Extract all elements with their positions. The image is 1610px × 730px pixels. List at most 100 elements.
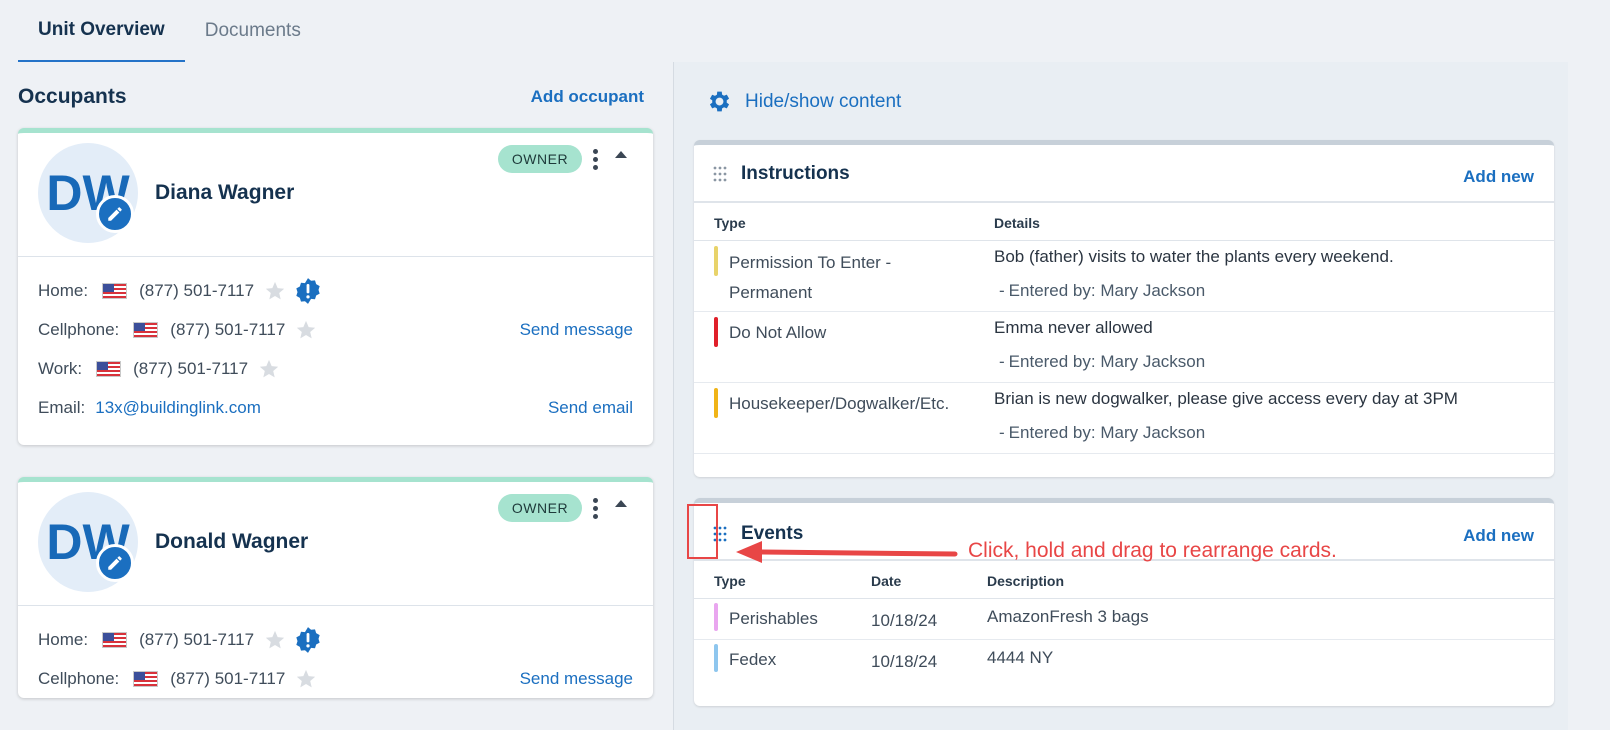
tab-documents[interactable]: Documents (185, 0, 321, 62)
instruction-type: Housekeeper/Dogwalker/Etc. (729, 394, 950, 413)
owner-badge: OWNER (498, 494, 582, 522)
contact-list: Home: (877) 501-7117 Cellphone: (877) 50… (18, 606, 653, 698)
home-phone-row: Home: (877) 501-7117 (38, 620, 633, 659)
instructions-card: Instructions Add new Type Details Permis… (694, 140, 1554, 477)
instruction-details: Bob (father) visits to water the plants … (994, 247, 1394, 266)
event-type: Perishables (729, 609, 818, 628)
event-description: AmazonFresh 3 bags (987, 607, 1149, 626)
us-flag-icon (102, 631, 128, 648)
unit-content-panel: Hide/show content Instructions Add new T… (673, 62, 1568, 730)
type-color-bar (714, 603, 718, 631)
event-type: Fedex (729, 650, 777, 669)
work-phone-row: Work: (877) 501-7117 (38, 349, 633, 388)
edit-avatar-button[interactable] (96, 195, 134, 233)
occupant-name: Donald Wagner (155, 530, 309, 553)
us-flag-icon (96, 360, 122, 377)
instruction-details: Brian is new dogwalker, please give acce… (994, 389, 1458, 408)
instruction-type: Do Not Allow (729, 323, 827, 342)
home-phone: (877) 501-7117 (139, 280, 255, 300)
table-row[interactable]: Fedex 10/18/24 4444 NY (694, 640, 1554, 681)
work-phone: (877) 501-7117 (133, 358, 249, 378)
entered-by: - Entered by: Mary Jackson (999, 281, 1206, 300)
events-table-header: Type Date Description (694, 561, 1554, 599)
table-row[interactable]: Perishables 10/18/24 AmazonFresh 3 bags (694, 599, 1554, 640)
occupants-header: Occupants Add occupant (18, 82, 644, 112)
cellphone-number: (877) 501-7117 (170, 668, 286, 688)
send-message-link[interactable]: Send message (520, 320, 633, 340)
type-color-bar (714, 317, 718, 347)
occupants-title: Occupants (18, 85, 127, 108)
cellphone-number: (877) 501-7117 (170, 319, 286, 339)
annotation-text: Click, hold and drag to rearrange cards. (968, 539, 1337, 562)
col-type: Type (714, 573, 746, 589)
hide-show-content-button[interactable]: Hide/show content (706, 88, 901, 115)
events-card: Events Add new Type Date Description Per… (694, 498, 1554, 706)
col-details: Details (994, 215, 1040, 231)
home-phone-row: Home: (877) 501-7117 (38, 271, 633, 310)
table-row[interactable]: Do Not Allow Emma never allowed - Entered… (694, 312, 1554, 383)
pencil-icon (108, 556, 122, 570)
star-icon[interactable] (258, 358, 280, 380)
us-flag-icon (102, 282, 128, 299)
occupant-card: DW Diana Wagner OWNER Home: (877) 501-71… (18, 128, 653, 445)
cellphone-row: Cellphone: (877) 501-7117 Send message (38, 659, 633, 698)
email-link[interactable]: 13x@buildinglink.com (95, 398, 261, 418)
occupant-card-header: DW Diana Wagner OWNER (18, 133, 653, 257)
alert-icon[interactable] (294, 626, 322, 654)
edit-avatar-button[interactable] (96, 544, 134, 582)
annotation-arrow (736, 541, 958, 563)
event-date: 10/18/24 (871, 652, 938, 671)
col-description: Description (987, 573, 1065, 589)
email-row: Email: 13x@buildinglink.com Send email (38, 388, 633, 427)
grip-icon[interactable] (712, 165, 728, 183)
instruction-type: Permission To Enter - Permanent (729, 253, 892, 302)
home-label: Home: (38, 280, 89, 300)
cellphone-label: Cellphone: (38, 668, 120, 688)
tab-unit-overview[interactable]: Unit Overview (18, 0, 185, 62)
send-email-link[interactable]: Send email (548, 398, 633, 418)
instructions-header: Instructions Add new (694, 145, 1554, 203)
send-message-link[interactable]: Send message (520, 669, 633, 689)
star-icon[interactable] (295, 319, 317, 341)
instruction-details: Emma never allowed (994, 318, 1153, 337)
owner-badge: OWNER (498, 145, 582, 173)
star-icon[interactable] (264, 629, 286, 651)
entered-by: - Entered by: Mary Jackson (999, 423, 1206, 442)
instructions-title: Instructions (741, 163, 850, 184)
pencil-icon (108, 207, 122, 221)
instructions-table-header: Type Details (694, 203, 1554, 241)
add-occupant-link[interactable]: Add occupant (531, 87, 644, 107)
hide-show-label: Hide/show content (745, 90, 902, 112)
home-label: Home: (38, 629, 89, 649)
home-phone: (877) 501-7117 (139, 629, 255, 649)
star-icon[interactable] (264, 280, 286, 302)
table-row[interactable]: Housekeeper/Dogwalker/Etc. Brian is new … (694, 383, 1554, 454)
us-flag-icon (133, 321, 159, 338)
alert-icon[interactable] (294, 277, 322, 305)
type-color-bar (714, 644, 718, 672)
entered-by: - Entered by: Mary Jackson (999, 352, 1206, 371)
caret-up-icon[interactable] (615, 151, 627, 158)
type-color-bar (714, 388, 718, 418)
col-date: Date (871, 573, 902, 589)
cellphone-row: Cellphone: (877) 501-7117 Send message (38, 310, 633, 349)
col-type: Type (714, 215, 746, 231)
occupant-card: DW Donald Wagner OWNER Home: (877) 501-7… (18, 477, 653, 698)
us-flag-icon (133, 670, 159, 687)
add-event-button[interactable]: Add new (1463, 526, 1534, 546)
kebab-icon[interactable] (585, 494, 605, 522)
gear-icon (709, 91, 730, 112)
work-label: Work: (38, 358, 83, 378)
event-description: 4444 NY (987, 648, 1054, 667)
contact-list: Home: (877) 501-7117 Cellphone: (877) 50… (18, 257, 653, 427)
star-icon[interactable] (295, 668, 317, 690)
add-instruction-button[interactable]: Add new (1463, 167, 1534, 187)
email-label: Email: (38, 397, 86, 417)
caret-up-icon[interactable] (615, 500, 627, 507)
occupant-name: Diana Wagner (155, 181, 295, 204)
event-date: 10/18/24 (871, 611, 938, 630)
table-row[interactable]: Permission To Enter - Permanent Bob (fath… (694, 241, 1554, 312)
kebab-icon[interactable] (585, 145, 605, 173)
drag-handle-highlight (687, 504, 718, 559)
occupant-card-header: DW Donald Wagner OWNER (18, 482, 653, 606)
